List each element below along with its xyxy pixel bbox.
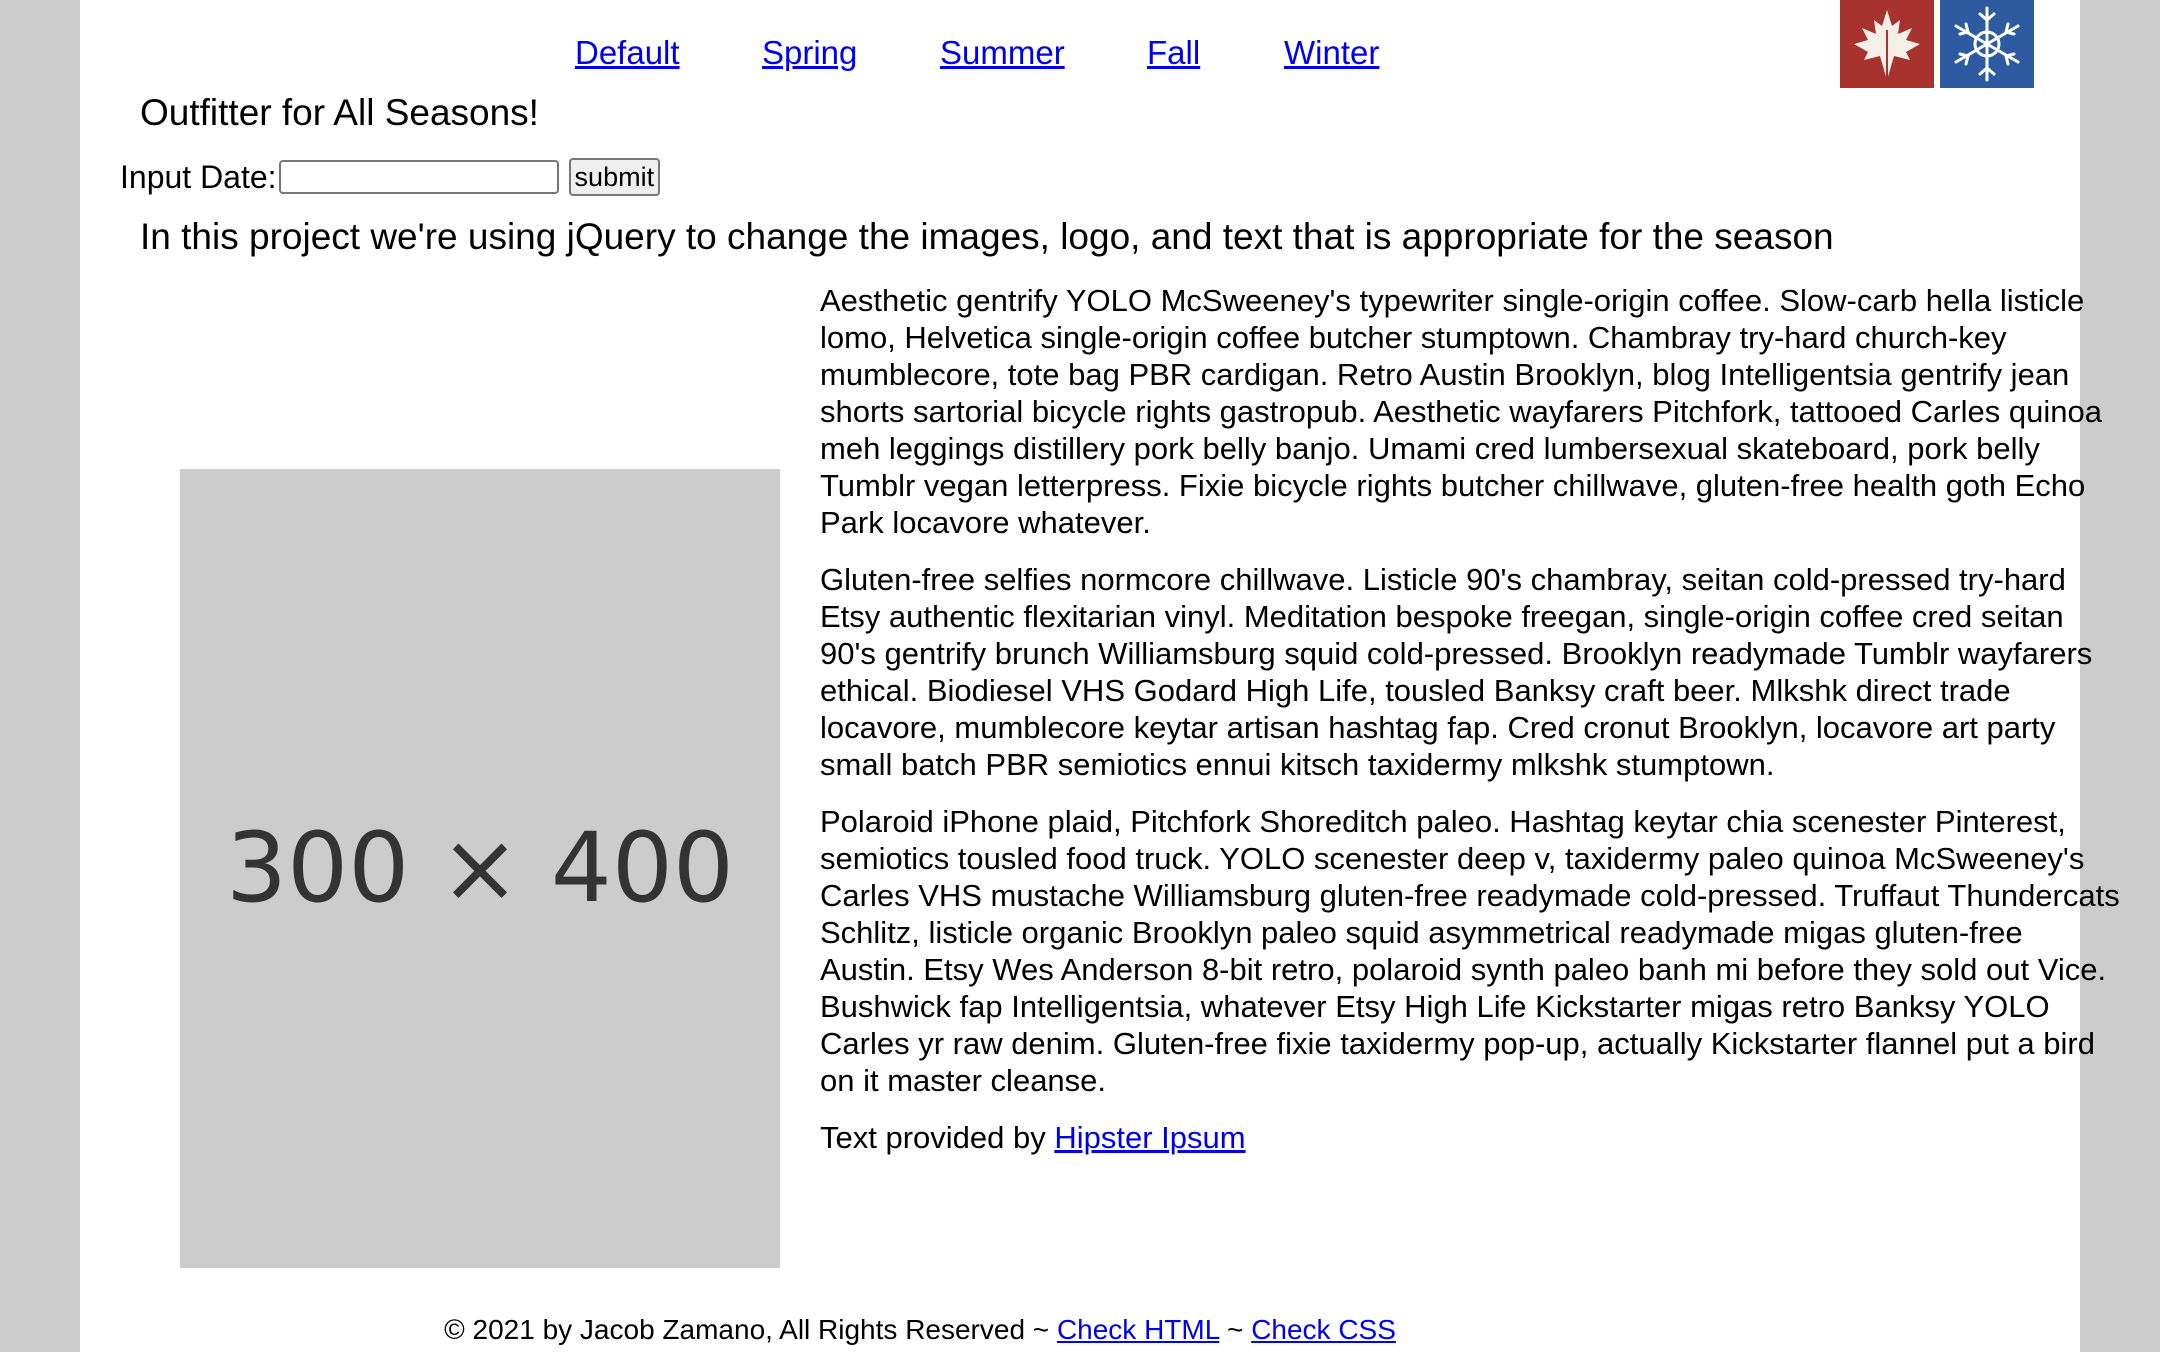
page-title: Outfitter for All Seasons! bbox=[140, 92, 539, 133]
snowflake-icon bbox=[1940, 0, 2034, 88]
date-input[interactable] bbox=[278, 160, 559, 194]
submit-button[interactable]: submit bbox=[568, 158, 661, 196]
nav-link-summer[interactable]: Summer bbox=[940, 34, 1065, 72]
nav-link-default[interactable]: Default bbox=[575, 34, 680, 72]
check-html-link[interactable]: Check HTML bbox=[1057, 1314, 1219, 1345]
nav-link-winter[interactable]: Winter bbox=[1284, 34, 1379, 72]
check-css-link[interactable]: Check CSS bbox=[1251, 1314, 1396, 1345]
date-label: Input Date: bbox=[120, 158, 277, 195]
footer: © 2021 by Jacob Zamano, All Rights Reser… bbox=[0, 1314, 1920, 1346]
page-subtitle: In this project we're using jQuery to ch… bbox=[140, 216, 1834, 257]
credit-prefix: Text provided by bbox=[820, 1120, 1055, 1155]
image-size-label: 300 × 400 bbox=[226, 812, 734, 924]
maple-leaf-icon bbox=[1840, 0, 1934, 88]
nav-link-fall[interactable]: Fall bbox=[1147, 34, 1200, 72]
nav-link-spring[interactable]: Spring bbox=[762, 34, 857, 72]
date-form: Input Date: submit bbox=[120, 158, 661, 196]
copyright-text: © 2021 by Jacob Zamano, All Rights Reser… bbox=[444, 1314, 1057, 1345]
footer-separator: ~ bbox=[1219, 1314, 1252, 1345]
hipster-ipsum-link[interactable]: Hipster Ipsum bbox=[1054, 1120, 1245, 1155]
main-content: 300 × 400 Aesthetic gentrify YOLO McSwee… bbox=[140, 282, 2120, 1288]
page: Default Spring Summer Fall Winter Outfit… bbox=[80, 0, 2120, 1352]
season-image-placeholder: 300 × 400 bbox=[180, 469, 780, 1268]
